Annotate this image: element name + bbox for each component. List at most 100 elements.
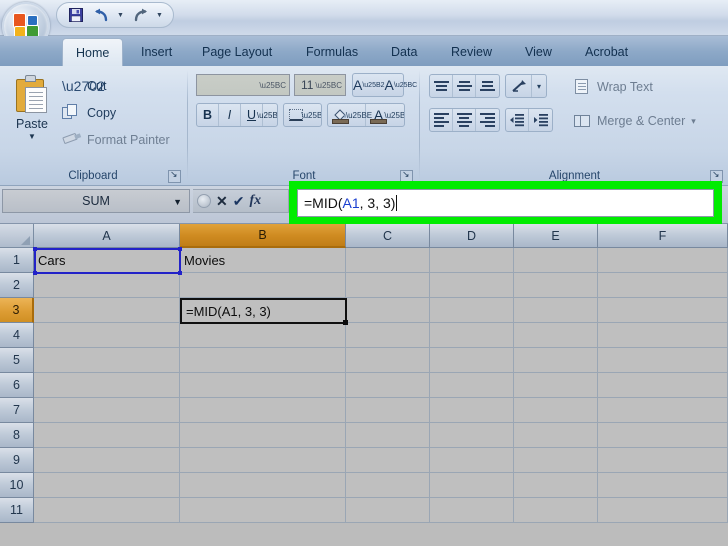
- align-middle-button[interactable]: [453, 75, 476, 97]
- row-header-1[interactable]: 1: [0, 248, 34, 273]
- cell-d9[interactable]: [430, 448, 514, 473]
- font-size-combobox[interactable]: 11 \u25BC: [294, 74, 346, 96]
- cell-b11[interactable]: [180, 498, 346, 523]
- row-header-5[interactable]: 5: [0, 348, 34, 373]
- tab-formulas[interactable]: Formulas: [293, 38, 371, 66]
- row-header-11[interactable]: 11: [0, 498, 34, 523]
- column-header-b[interactable]: B: [180, 224, 346, 248]
- font-name-combobox[interactable]: \u25BC: [196, 74, 290, 96]
- cell-d3[interactable]: [430, 298, 514, 323]
- enter-formula-icon[interactable]: ✔: [233, 193, 245, 210]
- cell-b6[interactable]: [180, 373, 346, 398]
- formula-input[interactable]: =MID(A1, 3, 3): [297, 189, 714, 217]
- cell-e2[interactable]: [514, 273, 598, 298]
- row-header-3[interactable]: 3: [0, 298, 34, 323]
- wrap-text-button[interactable]: Wrap Text: [573, 78, 653, 96]
- orientation-dropdown-icon[interactable]: ▾: [532, 75, 546, 97]
- cell-f11[interactable]: [598, 498, 728, 523]
- tab-acrobat[interactable]: Acrobat: [572, 38, 641, 66]
- cell-c1[interactable]: [346, 248, 430, 273]
- save-icon[interactable]: [65, 5, 87, 25]
- insert-function-icon[interactable]: fx: [249, 193, 261, 209]
- cell-f6[interactable]: [598, 373, 728, 398]
- row-header-2[interactable]: 2: [0, 273, 34, 298]
- cell-c7[interactable]: [346, 398, 430, 423]
- cell-a8[interactable]: [34, 423, 180, 448]
- tab-data[interactable]: Data: [378, 38, 430, 66]
- cell-c11[interactable]: [346, 498, 430, 523]
- cell-b4[interactable]: [180, 323, 346, 348]
- merge-center-dropdown-icon[interactable]: ▾: [691, 116, 696, 127]
- row-header-10[interactable]: 10: [0, 473, 34, 498]
- cell-f7[interactable]: [598, 398, 728, 423]
- cell-f8[interactable]: [598, 423, 728, 448]
- copy-button[interactable]: Copy: [62, 101, 178, 125]
- cell-d5[interactable]: [430, 348, 514, 373]
- borders-dropdown-icon[interactable]: \u25BE: [308, 104, 321, 126]
- cell-d10[interactable]: [430, 473, 514, 498]
- align-left-button[interactable]: [430, 109, 453, 131]
- cell-a7[interactable]: [34, 398, 180, 423]
- column-header-e[interactable]: E: [514, 224, 598, 248]
- underline-dropdown-icon[interactable]: \u25BE: [263, 104, 277, 126]
- cell-c2[interactable]: [346, 273, 430, 298]
- cell-f3[interactable]: [598, 298, 728, 323]
- row-header-9[interactable]: 9: [0, 448, 34, 473]
- cell-c5[interactable]: [346, 348, 430, 373]
- cell-f4[interactable]: [598, 323, 728, 348]
- cell-f2[interactable]: [598, 273, 728, 298]
- row-header-4[interactable]: 4: [0, 323, 34, 348]
- cell-c10[interactable]: [346, 473, 430, 498]
- decrease-indent-button[interactable]: [506, 109, 529, 131]
- cut-button[interactable]: \u2702 Cut: [62, 74, 178, 98]
- orientation-button[interactable]: [506, 75, 532, 97]
- align-right-button[interactable]: [476, 109, 499, 131]
- tab-review[interactable]: Review: [438, 38, 505, 66]
- align-top-button[interactable]: [430, 75, 453, 97]
- select-all-button[interactable]: [0, 224, 34, 248]
- cell-e8[interactable]: [514, 423, 598, 448]
- cell-d8[interactable]: [430, 423, 514, 448]
- cell-d11[interactable]: [430, 498, 514, 523]
- name-box[interactable]: SUM ▼: [2, 189, 190, 213]
- format-painter-button[interactable]: Format Painter: [62, 128, 186, 152]
- column-header-d[interactable]: D: [430, 224, 514, 248]
- cell-b9[interactable]: [180, 448, 346, 473]
- cell-e9[interactable]: [514, 448, 598, 473]
- column-header-f[interactable]: F: [598, 224, 728, 248]
- undo-dropdown-icon[interactable]: ▼: [115, 5, 126, 25]
- column-header-c[interactable]: C: [346, 224, 430, 248]
- fill-color-dropdown-icon[interactable]: \u25BE: [353, 104, 366, 126]
- cell-b1[interactable]: Movies: [180, 248, 346, 273]
- cell-d6[interactable]: [430, 373, 514, 398]
- column-header-a[interactable]: A: [34, 224, 180, 248]
- clipboard-dialog-launcher[interactable]: [168, 170, 181, 183]
- fill-handle[interactable]: [343, 320, 348, 325]
- cell-e1[interactable]: [514, 248, 598, 273]
- cell-b7[interactable]: [180, 398, 346, 423]
- fill-color-button[interactable]: [328, 104, 353, 126]
- align-center-button[interactable]: [453, 109, 476, 131]
- cell-e11[interactable]: [514, 498, 598, 523]
- cell-a1[interactable]: Cars: [34, 248, 180, 273]
- cell-a6[interactable]: [34, 373, 180, 398]
- cell-b8[interactable]: [180, 423, 346, 448]
- row-header-7[interactable]: 7: [0, 398, 34, 423]
- cell-f5[interactable]: [598, 348, 728, 373]
- cancel-formula-icon[interactable]: ✕: [216, 193, 228, 210]
- cell-f9[interactable]: [598, 448, 728, 473]
- paste-dropdown-icon[interactable]: ▼: [28, 132, 36, 141]
- merge-center-button[interactable]: Merge & Center ▾: [573, 112, 696, 130]
- cell-d7[interactable]: [430, 398, 514, 423]
- paste-button[interactable]: Paste ▼: [6, 72, 58, 158]
- tab-page-layout[interactable]: Page Layout: [189, 38, 285, 66]
- grow-font-button[interactable]: A\u25B2: [353, 74, 385, 96]
- cell-a10[interactable]: [34, 473, 180, 498]
- cell-c9[interactable]: [346, 448, 430, 473]
- active-cell-b3[interactable]: =MID(A1, 3, 3): [180, 298, 347, 324]
- cell-e5[interactable]: [514, 348, 598, 373]
- tab-home[interactable]: Home: [62, 38, 123, 66]
- font-color-dropdown-icon[interactable]: \u25BE: [391, 104, 404, 126]
- cell-e4[interactable]: [514, 323, 598, 348]
- cell-b10[interactable]: [180, 473, 346, 498]
